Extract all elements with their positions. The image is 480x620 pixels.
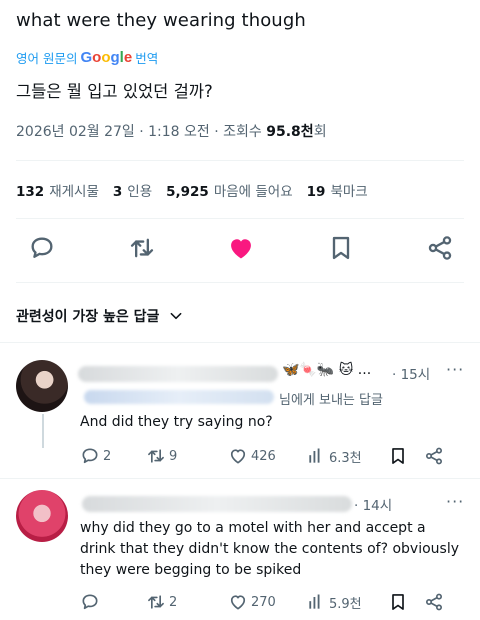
reply-text: And did they try saying no? xyxy=(80,414,273,430)
retweet-button[interactable]: 9 xyxy=(146,446,228,466)
views-button[interactable]: 6.3천 xyxy=(306,446,388,466)
reply-icon xyxy=(82,594,98,610)
translate-link[interactable]: 영어 원문의 Google 번역 xyxy=(16,48,158,67)
reply-timestamp[interactable]: · 14시 xyxy=(354,494,392,514)
divider xyxy=(16,160,464,161)
stat-retweets[interactable]: 132 재게시물 xyxy=(16,180,99,200)
reply-button[interactable]: 2 xyxy=(80,446,146,466)
views-count: 6.3천 xyxy=(329,450,362,466)
translate-suffix: 번역 xyxy=(135,51,159,66)
divider xyxy=(0,342,480,343)
reply-action-bar: 2 270 5.9천 xyxy=(80,592,460,612)
retweet-icon[interactable] xyxy=(128,234,156,262)
tweet-meta: 2026년 02월 27일 · 1:18 오전 · 조회수 95.8천회 xyxy=(16,121,327,141)
share-icon xyxy=(426,593,442,611)
translate-prefix: 영어 원문의 xyxy=(16,51,78,66)
retweet-count: 9 xyxy=(169,448,178,464)
share-icon xyxy=(426,447,442,465)
divider xyxy=(0,478,480,479)
retweet-icon xyxy=(148,449,164,463)
avatar[interactable] xyxy=(16,360,68,412)
reply-count: 2 xyxy=(103,448,112,464)
chevron-down-icon xyxy=(170,312,182,320)
stat-likes[interactable]: 5,925 마음에 들어요 xyxy=(166,180,293,200)
reply-icon xyxy=(82,448,98,464)
share-button[interactable] xyxy=(424,446,444,466)
heart-icon xyxy=(230,449,246,464)
stat-bookmarks[interactable]: 19 북마크 xyxy=(307,180,368,200)
divider xyxy=(16,282,464,283)
tweet-date[interactable]: 2026년 02월 27일 · 1:18 오전 · 조회수 xyxy=(16,124,266,140)
tweet-text: what were they wearing though xyxy=(16,10,306,31)
divider xyxy=(16,218,464,219)
views-button[interactable]: 5.9천 xyxy=(306,592,388,612)
reply-icon[interactable] xyxy=(28,234,56,262)
reply-to-label: 님에게 보내는 답글 xyxy=(279,393,383,408)
retweet-count: 2 xyxy=(169,594,178,610)
like-count: 270 xyxy=(251,594,276,610)
google-logo: Google xyxy=(80,49,133,66)
reply-action-bar: 2 9 426 6.3천 xyxy=(80,446,460,466)
tweet-action-bar xyxy=(28,234,454,262)
stat-quotes[interactable]: 3 인용 xyxy=(113,180,152,200)
tweet-stats: 132 재게시물 3 인용 5,925 마음에 들어요 19 북마크 xyxy=(16,180,368,200)
views-icon xyxy=(309,448,320,463)
heart-icon xyxy=(230,595,246,610)
retweet-icon xyxy=(148,595,164,609)
like-icon-filled[interactable] xyxy=(227,234,255,262)
more-icon[interactable]: ··· xyxy=(446,360,464,379)
avatar[interactable] xyxy=(16,490,68,542)
sort-label: 관련성이 가장 높은 답글 xyxy=(16,309,160,325)
bookmark-icon xyxy=(392,594,404,610)
view-suffix: 회 xyxy=(313,124,327,140)
bookmark-button[interactable] xyxy=(388,446,424,466)
username-redacted[interactable] xyxy=(82,496,352,512)
bookmark-button[interactable] xyxy=(388,592,424,612)
emoji-decoration: 🦋🍬🐜 🐱 ... xyxy=(282,362,372,378)
share-button[interactable] xyxy=(424,592,444,612)
reply-to-handle-redacted[interactable] xyxy=(84,390,274,404)
translated-text: 그들은 뭘 입고 있었던 걸까? xyxy=(16,82,213,101)
like-button[interactable]: 270 xyxy=(228,592,306,612)
share-icon[interactable] xyxy=(426,234,454,262)
retweet-button[interactable]: 2 xyxy=(146,592,228,612)
like-button[interactable]: 426 xyxy=(228,446,306,466)
reply-button[interactable] xyxy=(80,592,146,612)
views-count: 5.9천 xyxy=(329,596,362,612)
reply-timestamp[interactable]: · 15시 xyxy=(392,363,430,383)
more-icon[interactable]: ··· xyxy=(446,492,464,511)
views-icon xyxy=(309,594,320,609)
view-count: 95.8천 xyxy=(266,124,314,140)
reply-text: why did they go to a motel with her and … xyxy=(80,520,460,578)
like-count: 426 xyxy=(251,448,276,464)
bookmark-icon[interactable] xyxy=(327,234,355,262)
reply-sort-dropdown[interactable]: 관련성이 가장 높은 답글 xyxy=(16,306,183,326)
username-redacted[interactable] xyxy=(78,366,278,382)
bookmark-icon xyxy=(392,448,404,464)
thread-line xyxy=(42,414,44,448)
